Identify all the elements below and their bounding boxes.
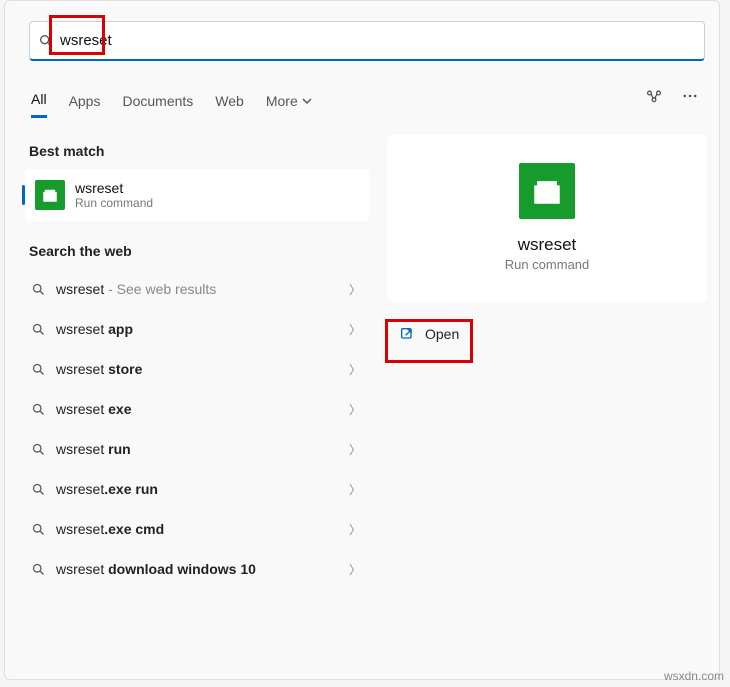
search-icon [31, 362, 46, 377]
tab-web[interactable]: Web [215, 89, 244, 117]
open-action[interactable]: Open [387, 316, 707, 352]
chevron-right-icon: 〉 [349, 441, 361, 458]
top-right-icons [645, 87, 699, 110]
web-item[interactable]: wsreset app 〉 [25, 309, 369, 349]
web-item[interactable]: wsreset exe 〉 [25, 389, 369, 429]
web-item[interactable]: wsreset.exe cmd 〉 [25, 509, 369, 549]
web-item-text: wsreset [56, 401, 108, 417]
web-item-text: wsreset [56, 281, 104, 297]
tab-more-label: More [266, 93, 298, 109]
search-input-value: wsreset [60, 32, 112, 49]
best-match-item[interactable]: wsreset Run command [25, 169, 369, 221]
heading-best-match: Best match [29, 143, 365, 159]
detail-subtitle: Run command [403, 257, 691, 272]
tab-all[interactable]: All [31, 87, 47, 118]
search-row: wsreset [21, 21, 707, 61]
web-item[interactable]: wsreset - See web results 〉 [25, 269, 369, 309]
store-icon [35, 180, 65, 210]
web-item-bold: run [108, 441, 131, 457]
more-options-icon[interactable] [681, 87, 699, 110]
web-item-text: wsreset [56, 521, 104, 537]
web-item-text: wsreset [56, 481, 104, 497]
heading-search-web: Search the web [29, 243, 365, 259]
web-item[interactable]: wsreset download windows 10 〉 [25, 549, 369, 589]
chevron-right-icon: 〉 [349, 321, 361, 338]
web-item[interactable]: wsreset store 〉 [25, 349, 369, 389]
web-item-bold: store [108, 361, 142, 377]
tab-more[interactable]: More [266, 89, 312, 117]
search-icon [31, 402, 46, 417]
web-item-bold: .exe cmd [104, 521, 164, 537]
store-icon-large [519, 163, 575, 219]
chevron-right-icon: 〉 [349, 361, 361, 378]
best-match-subtitle: Run command [75, 196, 153, 210]
search-icon [31, 442, 46, 457]
open-label: Open [425, 326, 459, 342]
detail-card: wsreset Run command [387, 135, 707, 302]
results-right: wsreset Run command Open [387, 135, 707, 352]
web-item-text: wsreset [56, 361, 108, 377]
flow-icon[interactable] [645, 87, 663, 110]
web-item[interactable]: wsreset run 〉 [25, 429, 369, 469]
web-item-bold: .exe run [104, 481, 158, 497]
chevron-right-icon: 〉 [349, 401, 361, 418]
filter-tabs: All Apps Documents Web More [31, 87, 312, 118]
search-icon [31, 322, 46, 337]
web-item-text: wsreset [56, 321, 108, 337]
tab-apps[interactable]: Apps [69, 89, 101, 117]
web-results: wsreset - See web results 〉 wsreset app … [25, 269, 369, 589]
chevron-right-icon: 〉 [349, 281, 361, 298]
search-icon [31, 482, 46, 497]
web-item-text: wsreset [56, 441, 108, 457]
web-item-text: wsreset [56, 561, 108, 577]
chevron-right-icon: 〉 [349, 481, 361, 498]
search-icon [38, 33, 54, 49]
best-match-text: wsreset Run command [75, 180, 153, 210]
results-left: Best match wsreset Run command Search th… [25, 135, 369, 589]
chevron-right-icon: 〉 [349, 561, 361, 578]
web-item[interactable]: wsreset.exe run 〉 [25, 469, 369, 509]
web-item-suffix: - See web results [104, 281, 216, 297]
search-icon [31, 282, 46, 297]
web-item-bold: app [108, 321, 133, 337]
tab-documents[interactable]: Documents [122, 89, 193, 117]
detail-title: wsreset [403, 235, 691, 255]
chevron-right-icon: 〉 [349, 521, 361, 538]
search-input[interactable]: wsreset [29, 21, 705, 61]
watermark: wsxdn.com [664, 669, 724, 683]
search-icon [31, 522, 46, 537]
search-icon [31, 562, 46, 577]
web-item-bold: exe [108, 401, 131, 417]
best-match-title: wsreset [75, 180, 153, 196]
web-item-bold: download windows 10 [108, 561, 256, 577]
search-window: wsreset All Apps Documents Web More Best… [4, 0, 720, 680]
open-icon [399, 326, 415, 342]
chevron-down-icon [302, 96, 312, 106]
